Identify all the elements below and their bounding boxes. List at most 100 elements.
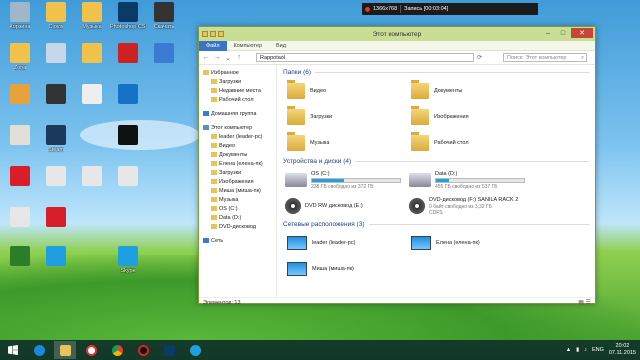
- desktop-icon[interactable]: [38, 166, 74, 188]
- taskbar-recorder-icon[interactable]: [132, 341, 154, 359]
- desktop-app-icon: [46, 43, 66, 63]
- desktop-icon[interactable]: [110, 125, 146, 147]
- desktop-icon[interactable]: Скачать: [146, 2, 182, 30]
- view-toggle-icon[interactable]: ▦ ☰: [578, 299, 591, 306]
- desktop-icon[interactable]: [2, 166, 38, 188]
- sidebar-item[interactable]: Этот компьютер: [199, 123, 276, 132]
- minimize-button[interactable]: –: [541, 28, 555, 38]
- folders-section-header[interactable]: Папки (6): [283, 67, 589, 78]
- sidebar-item[interactable]: Рабочий стол: [199, 95, 276, 104]
- refresh-icon[interactable]: ⟳: [477, 54, 482, 61]
- sidebar-item[interactable]: leader (leader-pc): [199, 132, 276, 141]
- network-item[interactable]: Елена (елена-пк): [407, 230, 527, 256]
- taskbar-yandex-icon[interactable]: [80, 341, 102, 359]
- desktop-icon[interactable]: [110, 84, 146, 106]
- recent-chevron-icon[interactable]: ⌄: [224, 54, 232, 62]
- drive-item[interactable]: Data (D:) 455 ГБ свободно из 537 ГБ: [407, 167, 527, 193]
- folder-item[interactable]: Документы: [407, 78, 527, 104]
- taskbar-explorer-icon[interactable]: [54, 341, 76, 359]
- network-section-header[interactable]: Сетевые расположения (3): [283, 219, 589, 230]
- sidebar-item[interactable]: Домашняя группа: [199, 109, 276, 118]
- folder-item[interactable]: Музыка: [283, 130, 403, 156]
- start-button[interactable]: [0, 340, 26, 360]
- desktop-icon[interactable]: Корзина: [2, 2, 38, 30]
- title-bar[interactable]: Этот компьютер – □ ✕: [199, 27, 595, 41]
- tray-arrow-icon[interactable]: ▲: [566, 347, 571, 353]
- desktop-icon[interactable]: [38, 246, 74, 268]
- item-count: Элементов: 13: [203, 299, 241, 306]
- sidebar-item[interactable]: Избранное: [199, 68, 276, 77]
- content-pane: Папки (6) Видео Документы Загрузки Изображе…: [277, 65, 595, 297]
- ribbon-tab[interactable]: Компьютер: [227, 41, 269, 51]
- desktop-app-icon: [154, 2, 174, 22]
- sidebar-item[interactable]: Елена (елена-пк): [199, 159, 276, 168]
- desktop-icon[interactable]: Музыка: [74, 2, 110, 30]
- optical-drive-item[interactable]: DVD-дисковод (F:) SANILA RACK 20 байт св…: [407, 193, 527, 219]
- sidebar-item[interactable]: Документы: [199, 150, 276, 159]
- devices-section-header[interactable]: Устройства и диски (4): [283, 156, 589, 167]
- language-indicator[interactable]: ENG: [592, 347, 604, 353]
- taskbar-ie-icon[interactable]: [28, 341, 50, 359]
- desktop-icon[interactable]: [38, 207, 74, 229]
- folder-item[interactable]: Изображения: [407, 104, 527, 130]
- taskbar-photoshop-icon[interactable]: [158, 341, 180, 359]
- desktop-app-icon: [118, 125, 138, 145]
- sidebar-item[interactable]: Недавние места: [199, 86, 276, 95]
- desktop-icon[interactable]: Zona: [2, 43, 38, 71]
- ribbon-tabs: Файл Компьютер Вид: [199, 40, 595, 51]
- desktop-icon[interactable]: Clovis: [38, 2, 74, 30]
- folder-item[interactable]: Загрузки: [283, 104, 403, 130]
- desktop-icon[interactable]: [2, 125, 38, 147]
- desktop-icon[interactable]: [110, 43, 146, 65]
- forward-arrow-icon[interactable]: →: [213, 54, 221, 61]
- desktop-icon[interactable]: [146, 43, 182, 65]
- sidebar-item[interactable]: Видео: [199, 141, 276, 150]
- sidebar-item-icon: [211, 143, 217, 148]
- sidebar-item-icon: [211, 197, 217, 202]
- taskbar-chrome-icon[interactable]: [106, 341, 128, 359]
- taskbar-skype-icon[interactable]: [184, 341, 206, 359]
- sidebar-item[interactable]: OS (C:): [199, 204, 276, 213]
- back-arrow-icon[interactable]: ←: [202, 54, 210, 61]
- desktop-icon[interactable]: Photoshop CS6 x64: [110, 2, 146, 30]
- sidebar-item[interactable]: Загрузки: [199, 77, 276, 86]
- maximize-button[interactable]: □: [556, 28, 570, 38]
- sidebar-item[interactable]: Изображения: [199, 177, 276, 186]
- desktop-icon[interactable]: Skype: [110, 246, 146, 274]
- ribbon-tab[interactable]: Вид: [269, 41, 293, 51]
- network-item[interactable]: leader (leader-pc): [283, 230, 403, 256]
- desktop-app-icon: [118, 84, 138, 104]
- desktop-icon[interactable]: [38, 84, 74, 106]
- up-arrow-icon[interactable]: ↑: [235, 54, 243, 61]
- address-bar[interactable]: Rappotaol: [256, 53, 474, 62]
- desktop-icon[interactable]: [38, 43, 74, 65]
- desktop-icon[interactable]: Steam: [38, 125, 74, 153]
- ribbon-tab[interactable]: Файл: [199, 40, 227, 51]
- sidebar-item[interactable]: Музыка: [199, 195, 276, 204]
- desktop-icon[interactable]: [74, 166, 110, 188]
- drive-item[interactable]: OS (C:) 238 ГБ свободно из 372 ГБ: [283, 167, 403, 193]
- desktop-icon[interactable]: [74, 84, 110, 106]
- desktop-icon[interactable]: [110, 166, 146, 188]
- desktop-icon[interactable]: [2, 207, 38, 229]
- network-item[interactable]: Миша (миша-пк): [283, 256, 403, 282]
- desktop-icon[interactable]: [74, 43, 110, 65]
- sidebar-item[interactable]: Data (D:): [199, 213, 276, 222]
- clock[interactable]: 20:02 07.11.2015: [609, 343, 636, 357]
- desktop-icon[interactable]: [2, 84, 38, 106]
- desktop-icon[interactable]: [2, 246, 38, 268]
- recorder-bar[interactable]: 1366x768 Запись [00:03:04]: [362, 3, 538, 15]
- sidebar-item[interactable]: Загрузки: [199, 168, 276, 177]
- optical-drive-item[interactable]: DVD RW дисковод (E:): [283, 193, 403, 219]
- sidebar-item[interactable]: Сеть: [199, 236, 276, 245]
- sidebar-item[interactable]: Миша (миша-пк): [199, 186, 276, 195]
- volume-icon[interactable]: ♪: [584, 347, 587, 353]
- folder-item[interactable]: Рабочий стол: [407, 130, 527, 156]
- dvd-icon: [285, 198, 301, 214]
- search-input[interactable]: Поиск: Этот компьютер ⌕: [503, 53, 588, 62]
- folder-item[interactable]: Видео: [283, 78, 403, 104]
- close-button[interactable]: ✕: [571, 28, 593, 38]
- sidebar-item[interactable]: DVD-дисковод: [199, 222, 276, 231]
- desktop-icon-label: Zona: [13, 65, 27, 71]
- network-icon[interactable]: ▮: [576, 347, 579, 353]
